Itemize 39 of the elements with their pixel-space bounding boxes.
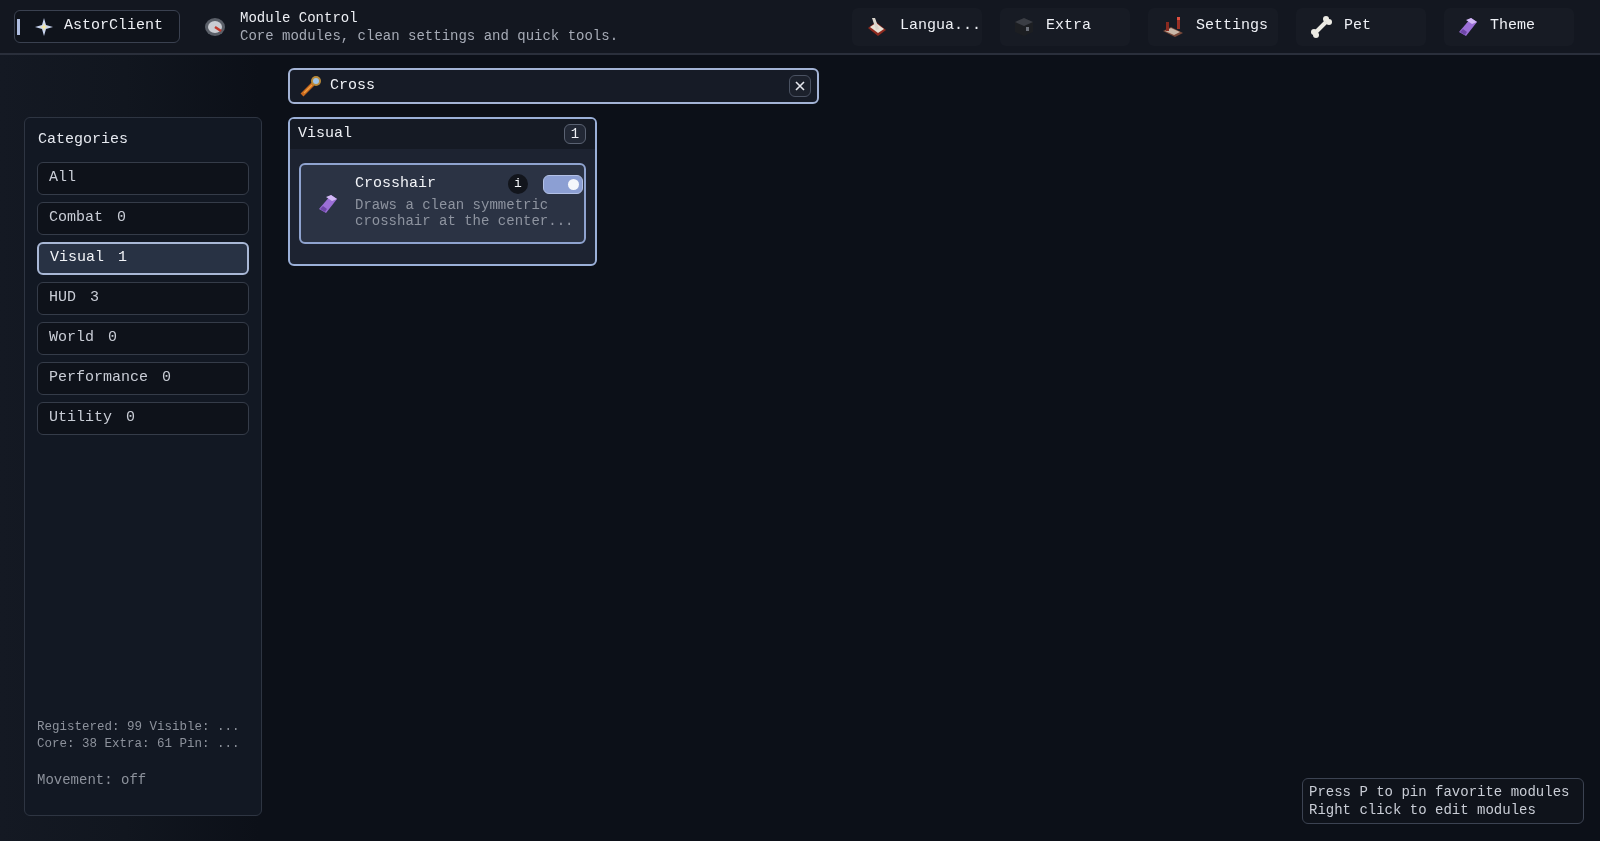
top-tab[interactable]: Theme: [1444, 7, 1574, 46]
hint-line: Press P to pin favorite modules: [1309, 783, 1571, 801]
module-name: Crosshair: [355, 173, 437, 194]
movement-status: Movement: off: [37, 772, 147, 789]
info-button[interactable]: i: [508, 174, 528, 194]
group-title: Visual: [298, 123, 352, 144]
group-count: 1: [564, 124, 586, 144]
crystal-icon: [318, 194, 338, 214]
header-subtitle: Core modules, clean settings and quick tools.: [240, 26, 619, 45]
bone-icon: [1310, 15, 1332, 38]
gauge-icon: [205, 17, 225, 36]
module-card[interactable]: Crosshair i Draws a clean symmetric crosshair at the center...: [299, 163, 586, 244]
category-item[interactable]: HUD 3: [37, 282, 249, 315]
sidebar-title: Categories: [37, 130, 129, 150]
stats-line: Core: 38 Extra: 61 Pin: ...: [37, 736, 240, 753]
book-icon: [866, 15, 888, 38]
category-item[interactable]: World 0: [37, 322, 249, 355]
stats-line: Registered: 99 Visible: ...: [37, 719, 240, 736]
category-item[interactable]: Combat 0: [37, 202, 249, 235]
category-item[interactable]: Visual 1: [37, 242, 249, 275]
close-icon: [795, 81, 805, 91]
category-item[interactable]: All: [37, 162, 249, 195]
module-description: Draws a clean symmetric crosshair at the center...: [355, 197, 575, 229]
top-tab[interactable]: Pet: [1296, 7, 1426, 46]
search-icon: [300, 75, 322, 97]
torch-icon: [1162, 15, 1184, 38]
search-field[interactable]: Cross: [288, 68, 819, 104]
brand-button[interactable]: AstorClient: [14, 10, 180, 43]
crystal-icon: [1458, 16, 1478, 37]
module-toggle[interactable]: [543, 174, 583, 194]
hint-line: Right click to edit modules: [1309, 801, 1537, 819]
top-tab[interactable]: Settings: [1148, 7, 1278, 46]
header-title: Module Control: [240, 8, 359, 27]
top-tab[interactable]: Langua...: [852, 7, 982, 46]
category-item[interactable]: Utility 0: [37, 402, 249, 435]
category-item[interactable]: Performance 0: [37, 362, 249, 395]
top-tab[interactable]: Extra: [1000, 7, 1130, 46]
sparkle-icon: [35, 17, 53, 36]
clear-search-button[interactable]: [789, 75, 811, 97]
